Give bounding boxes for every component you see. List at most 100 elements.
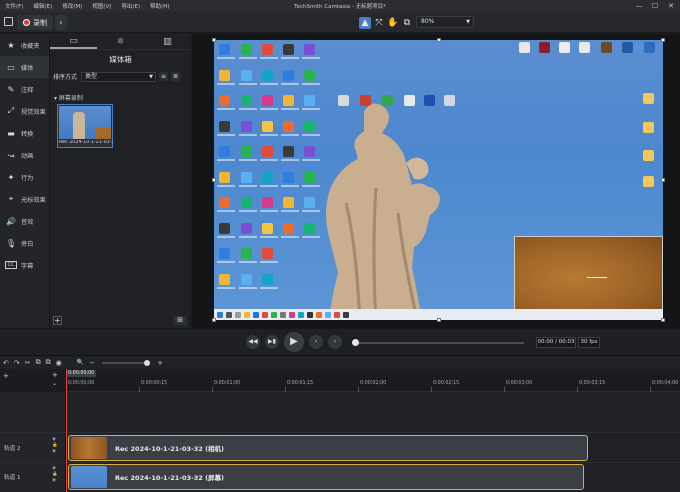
resize-handle[interactable] [437, 318, 441, 322]
previous-button[interactable]: ‹ [309, 335, 323, 349]
maximize-button[interactable]: ☐ [648, 1, 662, 11]
close-button[interactable]: ✕ [664, 1, 678, 11]
ruler-tick-label: 0:00:01;15 [287, 381, 314, 386]
menu-modify[interactable]: 修改(M) [57, 2, 87, 10]
undo-icon[interactable]: ↶ [3, 359, 9, 367]
sort-dropdown[interactable]: 类型 ▼ [81, 71, 157, 82]
menu-help[interactable]: 帮助(H) [145, 2, 174, 10]
track-name[interactable]: 轨道 2 [4, 444, 21, 452]
playhead-line[interactable] [66, 369, 67, 492]
camera-overlay[interactable] [514, 236, 663, 320]
sidebar-item-annotations[interactable]: ✎ 注释 [0, 78, 49, 100]
rotation-handle[interactable] [587, 277, 607, 278]
sidebar-item-audio-effects[interactable]: 🔊 音效 [0, 210, 49, 232]
snapshot-icon[interactable]: ◉ [56, 359, 62, 367]
desktop-icon-label [217, 235, 235, 238]
desktop-app-icon [283, 69, 294, 81]
timeline-clip-camera[interactable]: Rec 2024-10-1-21-03-32 (相机) [68, 435, 588, 461]
forward-button[interactable]: › [55, 15, 67, 30]
resize-handle[interactable] [212, 178, 216, 182]
zoom-slider-knob[interactable] [144, 359, 151, 366]
track-name[interactable]: 轨道 1 [4, 473, 21, 481]
timeline-ruler[interactable]: 0:00:00;00 0:00:00;15 0:00:01;00 0:00:01;15… [66, 369, 680, 392]
desktop-app-icon [262, 248, 273, 259]
tab-stock[interactable]: ▥ [144, 34, 191, 49]
fps-display[interactable]: 30 fps [578, 337, 600, 348]
zoom-out-icon[interactable]: − [89, 359, 95, 367]
sidebar-item-behaviors[interactable]: ✦ 行为 [0, 166, 49, 188]
add-media-button[interactable]: + [53, 316, 62, 325]
desktop-app-icon [262, 44, 273, 55]
pan-tool-icon[interactable]: ✋ [387, 17, 399, 29]
rewind-button[interactable]: ◀◀ [246, 335, 260, 349]
collapse-icon[interactable]: ⌄ [52, 380, 57, 387]
canvas-tools: ▲ ⤧ ✋ ⧉ [358, 15, 414, 30]
desktop-icon-label [281, 82, 299, 85]
zoom-in-icon[interactable]: + [157, 359, 163, 367]
sidebar-item-animations[interactable]: ↝ 动画 [0, 144, 49, 166]
menu-edit[interactable]: 编辑(E) [28, 2, 57, 10]
record-button[interactable]: 录制 [17, 15, 53, 30]
menu-file[interactable]: 文件(F) [0, 2, 28, 10]
cut-icon[interactable]: ✂ [25, 359, 31, 367]
timeline-clip-screen[interactable]: Rec 2024-10-1-21-03-32 (屏幕) [68, 464, 584, 490]
grid-view-button[interactable]: ⊞ [173, 316, 187, 325]
resize-handle[interactable] [212, 318, 216, 322]
resize-handle[interactable] [661, 178, 665, 182]
sidebar-item-cursor-effects[interactable]: ⌖ 光标效果 [0, 188, 49, 210]
desktop-app-icon [219, 197, 230, 208]
timeline-zoom-slider[interactable] [102, 359, 151, 366]
sort-value: 类型 [85, 72, 98, 80]
select-tool-icon[interactable]: ▲ [359, 16, 371, 29]
next-button[interactable]: › [328, 335, 342, 349]
home-icon[interactable] [4, 17, 13, 26]
desktop-app-icon [283, 120, 294, 132]
zoom-dropdown[interactable]: 80% ▼ [416, 16, 474, 28]
sort-descending-icon[interactable]: ≣ [171, 72, 181, 81]
desktop-icon-label [260, 133, 278, 136]
desktop-app-icon [219, 171, 230, 183]
crop-tool-icon[interactable]: ⤧ [373, 17, 385, 29]
media-clip-thumbnail[interactable]: Rec 2024-10-1-21-03-32... [57, 104, 113, 148]
taskbar-app-icon [262, 311, 268, 318]
resize-tool-icon[interactable]: ⧉ [401, 17, 413, 29]
track-controls-icon[interactable]: ◉ 🔒 ◉ [52, 466, 58, 484]
add-track-icon[interactable]: + [3, 372, 9, 380]
desktop-app-icon [219, 95, 230, 106]
sidebar-item-visual-effects[interactable]: ⤢ 视觉效果 [0, 100, 49, 122]
scrub-bar[interactable] [352, 342, 524, 344]
resize-handle[interactable] [437, 38, 441, 42]
playhead-time[interactable]: 0:00:00;00 [66, 370, 97, 377]
menu-view[interactable]: 视图(V) [87, 2, 116, 10]
sidebar-item-captions[interactable]: CC 字幕 [0, 254, 49, 276]
sort-ascending-icon[interactable]: ≡ [159, 72, 169, 81]
sidebar-item-favorites[interactable]: ★ 收藏夹 [0, 34, 49, 56]
tab-media-bin[interactable]: ▭ [50, 34, 97, 49]
paste-icon[interactable]: ⧉ [46, 358, 51, 367]
taskbar-app-icon [298, 311, 304, 318]
scrub-knob[interactable] [352, 339, 359, 346]
resize-handle[interactable] [661, 38, 665, 42]
menu-export[interactable]: 导出(E) [116, 2, 145, 10]
left-controls-strip [0, 328, 192, 355]
add-track-button[interactable]: + [52, 371, 58, 379]
desktop-app-icon [283, 222, 294, 234]
resize-handle[interactable] [212, 38, 216, 42]
sidebar-item-narration[interactable]: 🎙 旁白 [0, 232, 49, 254]
desktop-app-icon [219, 273, 230, 285]
play-button[interactable]: ▶ [284, 332, 304, 352]
tab-library[interactable]: ⚛ [97, 34, 144, 49]
step-back-button[interactable]: ▶▮ [265, 335, 279, 349]
sidebar-item-label: 光标效果 [21, 196, 46, 204]
sidebar-item-media[interactable]: ▭ 媒体 [0, 56, 49, 78]
redo-icon[interactable]: ↷ [14, 359, 20, 367]
sidebar-item-transitions[interactable]: ▬ 转换 [0, 122, 49, 144]
resize-handle[interactable] [661, 318, 665, 322]
preview-canvas[interactable] [214, 40, 663, 320]
desktop-icon-label [260, 286, 278, 289]
group-screen-recording[interactable]: ▾ 屏幕录制 [54, 93, 83, 102]
track-controls-icon[interactable]: ◉ 🔒 ◉ [52, 437, 58, 455]
minimize-button[interactable]: — [632, 1, 646, 11]
copy-icon[interactable]: ⧉ [36, 358, 41, 367]
desktop-app-icon [241, 222, 252, 234]
